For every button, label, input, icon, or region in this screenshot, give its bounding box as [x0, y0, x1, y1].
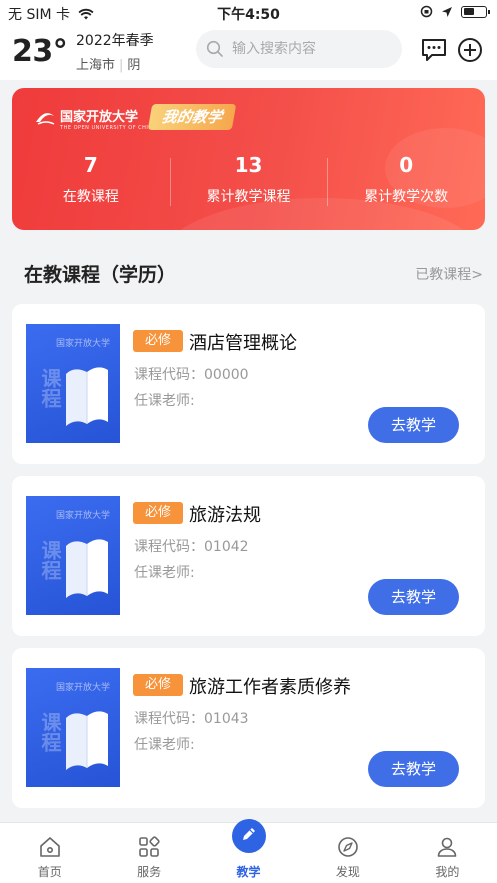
user-icon	[438, 837, 457, 857]
course-name: 酒店管理概论	[189, 333, 297, 354]
course-cover: 国家开放大学 课程	[26, 496, 120, 615]
tab-teaching[interactable]: 教学	[199, 819, 298, 883]
stat-value: 13	[234, 153, 263, 177]
course-cover: 国家开放大学 课程	[26, 668, 120, 787]
search-icon	[206, 40, 223, 57]
required-badge: 必修	[133, 330, 183, 352]
home-icon	[39, 837, 60, 857]
orientation-lock-icon	[420, 5, 433, 18]
section-title: 在教课程（学历）	[24, 264, 177, 286]
stat-total-sessions[interactable]: 0 累计教学次数	[327, 150, 485, 206]
book-icon	[66, 539, 108, 598]
tab-label: 发现	[335, 865, 360, 879]
tab-label: 教学	[236, 865, 261, 879]
book-icon	[66, 711, 108, 770]
tab-home[interactable]: 首页	[0, 823, 99, 883]
stat-label: 累计教学次数	[364, 189, 449, 205]
required-badge: 必修	[133, 502, 183, 524]
teaching-banner: 国家开放大学 THE OPEN UNIVERSITY OF CHINA 我的教学…	[12, 88, 485, 230]
course-card[interactable]: 国家开放大学 课程 必修 酒店管理概论 课程代码：00000 任课老师: 去教学	[12, 304, 485, 464]
pen-icon	[242, 828, 255, 840]
university-logo: 国家开放大学 THE OPEN UNIVERSITY OF CHINA	[34, 106, 157, 131]
location-icon	[442, 6, 452, 17]
top-header: 23° 2022年春季 上海市 | 阴	[0, 26, 497, 80]
course-name: 旅游法规	[189, 505, 261, 526]
course-teacher: 任课老师:	[134, 565, 195, 581]
compass-icon	[338, 837, 358, 857]
go-teach-button[interactable]: 去教学	[368, 407, 459, 443]
temperature: 23°	[12, 34, 68, 69]
logo-subtitle: THE OPEN UNIVERSITY OF CHINA	[60, 125, 157, 131]
semester-label[interactable]: 2022年春季	[76, 30, 154, 50]
tab-discover[interactable]: 发现	[298, 823, 397, 883]
cover-title: 国家开放大学	[56, 683, 111, 693]
weather-separator: |	[119, 58, 124, 73]
go-teach-button[interactable]: 去教学	[368, 751, 459, 787]
course-code: 课程代码：01042	[134, 539, 249, 555]
tab-label: 服务	[137, 865, 162, 879]
stat-value: 0	[399, 153, 414, 177]
teaching-stats: 7 在教课程 13 累计教学课程 0 累计教学次数	[12, 150, 485, 206]
weather-info: 上海市 | 阴	[76, 54, 140, 73]
tab-services[interactable]: 服务	[99, 823, 198, 883]
bottom-tab-bar: 首页 服务 教学 发现 我的	[0, 819, 497, 883]
course-code: 课程代码：01043	[134, 711, 249, 727]
cover-watermark: 课程	[38, 540, 62, 580]
battery-icon	[461, 5, 490, 18]
course-teacher: 任课老师:	[134, 393, 195, 409]
required-badge: 必修	[133, 674, 183, 696]
message-icon[interactable]	[420, 36, 448, 64]
course-card[interactable]: 国家开放大学 课程 必修 旅游工作者素质修养 课程代码：01043 任课老师: …	[12, 648, 485, 808]
stat-label: 在教课程	[62, 189, 119, 205]
grid-icon	[139, 836, 160, 857]
stat-current-courses[interactable]: 7 在教课程	[12, 150, 170, 206]
tab-label: 首页	[37, 865, 62, 879]
book-icon	[66, 367, 108, 426]
tab-profile[interactable]: 我的	[398, 823, 497, 883]
city-label: 上海市	[76, 58, 116, 73]
tab-label: 我的	[435, 865, 460, 879]
university-emblem-icon	[36, 112, 55, 125]
cover-watermark: 课程	[38, 712, 62, 752]
course-code: 课程代码：00000	[134, 367, 249, 383]
search-bar[interactable]	[196, 30, 402, 68]
taught-courses-link[interactable]: 已教课程>	[415, 264, 483, 284]
cover-title: 国家开放大学	[56, 511, 111, 521]
weather-label: 阴	[127, 58, 141, 73]
search-input[interactable]	[232, 41, 392, 57]
status-right	[420, 5, 490, 18]
tab-active-bubble	[231, 819, 266, 853]
app-screen: 无 SIM 卡 下午4:50 23° 2022年春季 上海市 | 阴 输入搜索内…	[0, 0, 497, 883]
status-bar: 无 SIM 卡 下午4:50	[0, 0, 497, 26]
my-teaching-tag: 我的教学	[147, 104, 237, 130]
course-cover: 国家开放大学 课程	[26, 324, 120, 443]
go-teach-button[interactable]: 去教学	[368, 579, 459, 615]
course-teacher: 任课老师:	[134, 737, 195, 753]
cover-title: 国家开放大学	[56, 339, 111, 349]
stat-value: 7	[83, 153, 98, 177]
logo-title: 国家开放大学	[60, 110, 139, 125]
add-icon[interactable]	[456, 36, 484, 64]
course-card[interactable]: 国家开放大学 课程 必修 旅游法规 课程代码：01042 任课老师: 去教学	[12, 476, 485, 636]
course-name: 旅游工作者素质修养	[189, 677, 351, 698]
stat-total-courses[interactable]: 13 累计教学课程	[169, 150, 328, 206]
cover-watermark: 课程	[38, 368, 62, 408]
stat-label: 累计教学课程	[206, 189, 291, 205]
